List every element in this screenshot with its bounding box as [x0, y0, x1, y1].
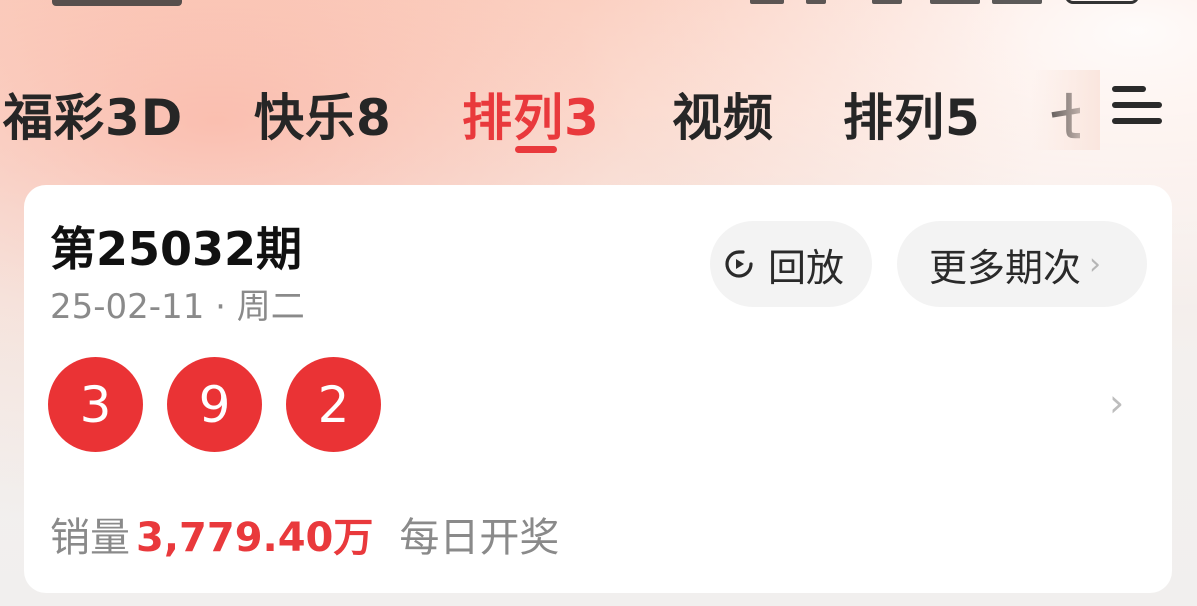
- number-ball: 9: [167, 357, 262, 452]
- draw-schedule: 每日开奖: [399, 515, 560, 561]
- issue-number: 第25032期: [50, 222, 303, 276]
- tab-video[interactable]: 视频: [672, 78, 774, 150]
- active-tab-indicator: [515, 146, 557, 153]
- chevron-right-icon[interactable]: ›: [1109, 381, 1124, 425]
- replay-label: 回放: [768, 245, 845, 290]
- sales-label: 销量: [50, 515, 130, 561]
- hamburger-menu-icon[interactable]: [1100, 78, 1170, 138]
- chevron-right-icon: ›: [1089, 246, 1102, 282]
- number-ball: 2: [286, 357, 381, 452]
- replay-button[interactable]: 回放: [710, 221, 872, 307]
- sales-info: 销量 3,779.40万 每日开奖: [50, 505, 559, 563]
- number-ball: 3: [48, 357, 143, 452]
- tab-fucai-3d[interactable]: 福彩3D: [3, 78, 183, 150]
- more-issues-button[interactable]: 更多期次 ›: [897, 221, 1147, 307]
- tabs-fade: [1030, 70, 1100, 150]
- tab-kuaile-8[interactable]: 快乐8: [254, 78, 392, 150]
- lottery-tabs: 福彩3D 快乐8 排列3 视频 排列5 七: [0, 70, 1080, 160]
- tab-pailie-5[interactable]: 排列5: [843, 78, 981, 150]
- replay-icon: [725, 250, 753, 278]
- draw-date: 25-02-11 · 周二: [50, 287, 305, 327]
- more-issues-label: 更多期次: [929, 245, 1082, 290]
- status-bar: [0, 0, 1197, 10]
- status-icons: [740, 0, 1042, 6]
- tab-pailie-3[interactable]: 排列3: [462, 78, 600, 150]
- battery-icon: [1065, 0, 1139, 4]
- status-time: [52, 0, 182, 6]
- sales-value: 3,779.40万: [136, 515, 374, 561]
- draw-result-card[interactable]: 第25032期 25-02-11 · 周二 回放 更多期次 › 3 9 2 › …: [24, 185, 1172, 593]
